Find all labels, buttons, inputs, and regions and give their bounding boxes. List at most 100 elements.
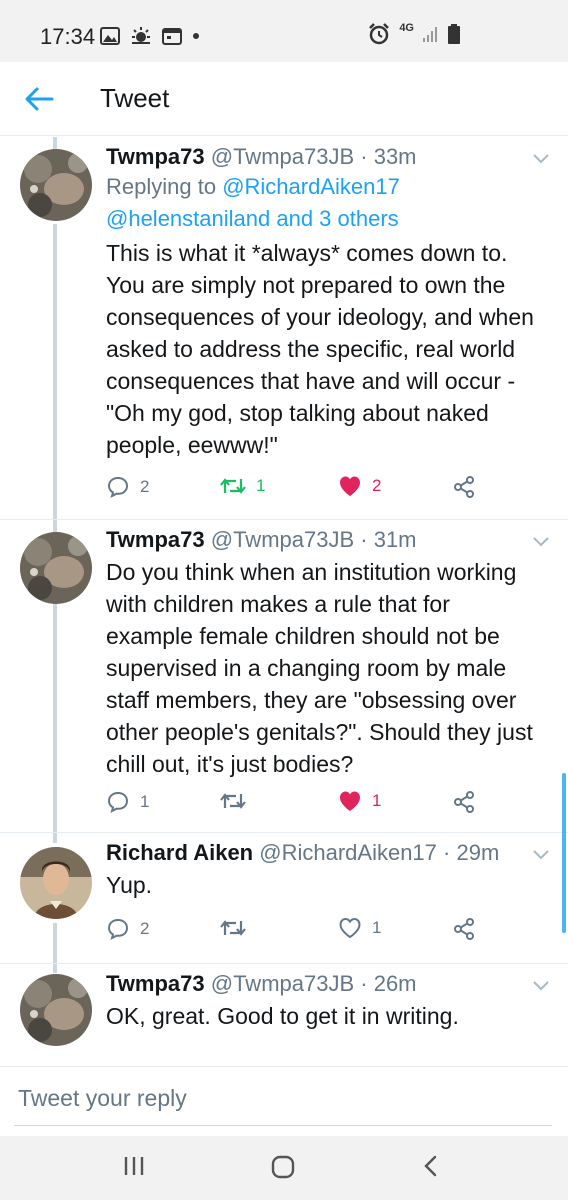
reply-icon bbox=[107, 791, 129, 813]
signal-icon bbox=[423, 27, 437, 42]
tweet-time: · 29m bbox=[443, 840, 500, 865]
reply-button[interactable]: 2 bbox=[106, 475, 149, 499]
network-type: 4G bbox=[399, 22, 414, 34]
tweet-text: Yup. bbox=[106, 869, 546, 901]
like-button[interactable]: 1 bbox=[338, 917, 381, 939]
author-handle[interactable]: @Twmpa73JB bbox=[211, 527, 354, 552]
tweet-text-line: asked to address the specific, real worl… bbox=[106, 336, 516, 362]
reply-user-link[interactable]: @helenstaniland bbox=[106, 206, 270, 231]
scrollbar-thumb[interactable] bbox=[562, 773, 566, 933]
tweet-3[interactable]: Richard Aiken @RichardAiken17 · 29m Yup.… bbox=[0, 833, 568, 963]
tweet-actions: 2 1 bbox=[106, 917, 506, 943]
reply-composer[interactable]: Tweet your reply bbox=[0, 1066, 568, 1136]
author-handle[interactable]: @Twmpa73JB bbox=[211, 144, 354, 169]
tweet-1[interactable]: Twmpa73 @Twmpa73JB · 33m Replying to @Ri… bbox=[0, 137, 568, 529]
chevron-down-icon[interactable] bbox=[532, 849, 550, 861]
avatar[interactable] bbox=[20, 974, 92, 1046]
reply-count: 1 bbox=[140, 792, 150, 811]
avatar[interactable] bbox=[20, 149, 92, 221]
tweet-text-line: consequences that have and will occur - bbox=[106, 368, 516, 394]
retweet-count: 1 bbox=[256, 476, 266, 495]
chevron-down-icon[interactable] bbox=[532, 980, 550, 992]
replying-to: Replying to @RichardAiken17 @helenstanil… bbox=[106, 171, 546, 235]
retweet-icon bbox=[220, 920, 246, 936]
retweet-button[interactable] bbox=[220, 790, 246, 812]
tweet-actions: 1 1 bbox=[106, 790, 506, 816]
recent-apps-icon[interactable] bbox=[122, 1154, 146, 1178]
reply-count: 2 bbox=[140, 477, 150, 496]
page-title: Tweet bbox=[100, 83, 170, 113]
tweet-text-line: example female children should not be bbox=[106, 623, 500, 649]
share-icon bbox=[454, 791, 474, 813]
reply-button[interactable]: 2 bbox=[106, 917, 149, 941]
tweet-text-line: Yup. bbox=[106, 872, 153, 898]
share-icon bbox=[454, 918, 474, 940]
tweet-time: · 33m bbox=[360, 144, 417, 169]
reply-button[interactable]: 1 bbox=[106, 790, 149, 814]
like-button[interactable]: 2 bbox=[338, 475, 381, 497]
alarm-icon bbox=[369, 23, 390, 45]
author-name[interactable]: Twmpa73 bbox=[106, 971, 205, 996]
retweet-button[interactable]: 1 bbox=[220, 475, 265, 497]
avatar[interactable] bbox=[20, 847, 92, 919]
back-nav-icon[interactable] bbox=[420, 1154, 442, 1178]
tweet-time: · 31m bbox=[360, 527, 417, 552]
chevron-down-icon[interactable] bbox=[532, 153, 550, 165]
tweet-header: Twmpa73 @Twmpa73JB · 26m bbox=[106, 970, 546, 998]
tweet-text: Do you think when an institution working… bbox=[106, 556, 546, 780]
system-nav-bar bbox=[0, 1136, 568, 1200]
avatar[interactable] bbox=[20, 532, 92, 604]
share-button[interactable] bbox=[452, 475, 476, 499]
home-icon[interactable] bbox=[270, 1154, 296, 1180]
tweet-text: This is what it *always* comes down to. … bbox=[106, 237, 546, 461]
tweet-text-line: staff members, they are "obsessing over bbox=[106, 687, 517, 713]
replying-prefix: Replying to bbox=[106, 174, 217, 199]
app-header: Tweet bbox=[0, 62, 568, 136]
like-count: 1 bbox=[372, 791, 382, 810]
retweet-icon bbox=[220, 793, 246, 809]
tweet-content: Twmpa73 @Twmpa73JB · 33m Replying to @Ri… bbox=[106, 143, 546, 461]
status-time: 17:34 bbox=[40, 24, 96, 49]
reply-others-link[interactable]: and 3 others bbox=[276, 206, 398, 231]
like-count: 1 bbox=[372, 918, 382, 937]
tweet-text-line: with children makes a rule that for bbox=[106, 591, 450, 617]
share-button[interactable] bbox=[452, 790, 476, 814]
tweet-content: Twmpa73 @Twmpa73JB · 31m Do you think wh… bbox=[106, 526, 546, 780]
author-handle[interactable]: @Twmpa73JB bbox=[211, 971, 354, 996]
tweet-text-line: supervised in a changing room by male bbox=[106, 655, 507, 681]
author-name[interactable]: Twmpa73 bbox=[106, 144, 205, 169]
reply-icon bbox=[107, 918, 129, 940]
tweet-content: Twmpa73 @Twmpa73JB · 26m OK, great. Good… bbox=[106, 970, 546, 1032]
author-handle[interactable]: @RichardAiken17 bbox=[259, 840, 437, 865]
gallery-icon bbox=[100, 27, 120, 45]
tweet-text-line: OK, great. Good to get it in writing. bbox=[106, 1003, 459, 1029]
reply-count: 2 bbox=[140, 919, 150, 938]
share-button[interactable] bbox=[452, 917, 476, 941]
tweet-feed[interactable]: Twmpa73 @Twmpa73JB · 33m Replying to @Ri… bbox=[0, 137, 568, 1065]
like-button[interactable]: 1 bbox=[338, 790, 381, 812]
chevron-down-icon[interactable] bbox=[532, 536, 550, 548]
tweet-text-line: You are simply not prepared to own the bbox=[106, 272, 506, 298]
tweet-actions: 2 1 2 bbox=[106, 475, 506, 501]
back-arrow-icon[interactable] bbox=[22, 82, 56, 116]
tweet-time: · 26m bbox=[360, 971, 417, 996]
tweet-text-line: "Oh my god, stop talking about naked bbox=[106, 400, 489, 426]
status-notifications bbox=[100, 26, 200, 46]
reply-input[interactable]: Tweet your reply bbox=[18, 1085, 187, 1112]
tweet-content: Richard Aiken @RichardAiken17 · 29m Yup. bbox=[106, 839, 546, 901]
share-icon bbox=[454, 476, 474, 498]
tweet-text-line: other people's genitals?". Should they j… bbox=[106, 719, 533, 745]
author-name[interactable]: Twmpa73 bbox=[106, 527, 205, 552]
retweet-button[interactable] bbox=[220, 917, 246, 939]
author-name[interactable]: Richard Aiken bbox=[106, 840, 253, 865]
reply-icon bbox=[107, 476, 129, 498]
reply-user-link[interactable]: @RichardAiken17 bbox=[222, 174, 400, 199]
tweet-text-line: Do you think when an institution working bbox=[106, 559, 517, 585]
tweet-header: Richard Aiken @RichardAiken17 · 29m bbox=[106, 839, 546, 867]
tweet-text-line: consequences of your ideology, and when bbox=[106, 304, 534, 330]
dot-icon bbox=[193, 33, 199, 39]
tweet-header: Twmpa73 @Twmpa73JB · 33m bbox=[106, 143, 546, 171]
tweet-4[interactable]: Twmpa73 @Twmpa73JB · 26m OK, great. Good… bbox=[0, 964, 568, 1065]
tweet-2[interactable]: Twmpa73 @Twmpa73JB · 31m Do you think wh… bbox=[0, 520, 568, 832]
battery-icon bbox=[448, 24, 460, 44]
